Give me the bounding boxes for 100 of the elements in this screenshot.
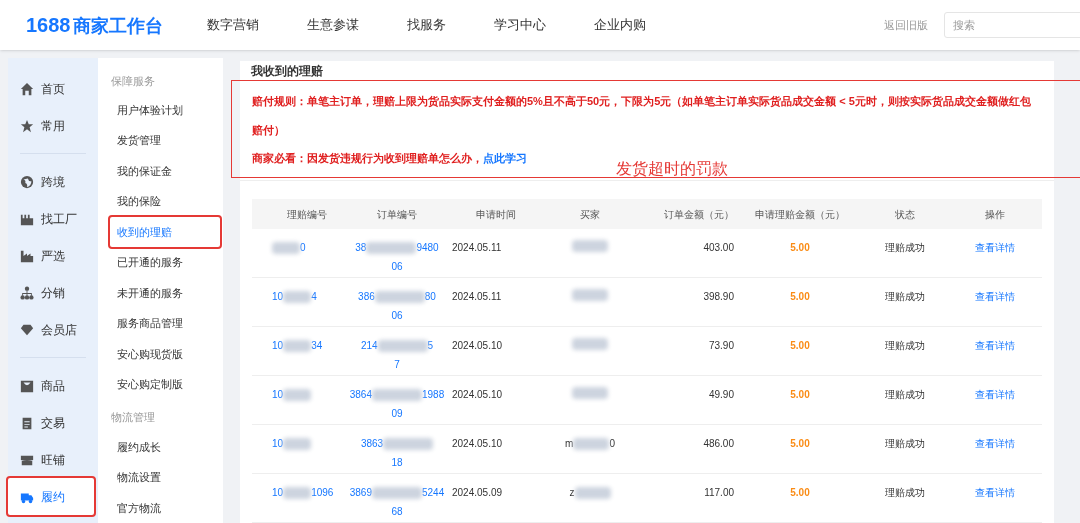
buyer-fragment: 0 bbox=[609, 437, 615, 451]
nav-link[interactable]: 生意参谋 bbox=[306, 15, 359, 35]
submenu-item[interactable]: 我的保证金 bbox=[110, 155, 220, 187]
order-id-fragment: 09 bbox=[391, 407, 403, 421]
claim-amount: 5.00 bbox=[789, 388, 811, 402]
column-header: 订单编号 bbox=[376, 207, 418, 222]
claim-id-fragment: 34 bbox=[311, 339, 323, 353]
learn-link[interactable]: 点此学习 bbox=[483, 145, 527, 172]
view-details-link[interactable]: 查看详情 bbox=[975, 340, 1015, 351]
logo-text: 商家工作台 bbox=[72, 15, 163, 38]
date-text: 2024.05.11 bbox=[452, 290, 503, 304]
search-field[interactable]: 搜索 bbox=[944, 12, 1080, 38]
sidebar-item[interactable]: 交易 bbox=[8, 404, 94, 441]
column-header: 订单金额（元） bbox=[663, 207, 735, 222]
nav-link[interactable]: 企业内购 bbox=[593, 15, 646, 35]
claim-id-fragment: 0 bbox=[300, 241, 306, 255]
submenu-item[interactable]: 物流设置 bbox=[110, 462, 220, 493]
submenu-item[interactable]: 安心购定制版 bbox=[110, 369, 220, 400]
nav-link[interactable]: 数字营销 bbox=[206, 15, 259, 35]
rule-text: 赔付规则：单笔主订单，理赔上限为货品实际支付金额的5%且不高于50元，下限为5元（如单笔主订单实际货品成交金额 < 5元时，则按实际货品成交金额做红包赔付） bbox=[252, 94, 1032, 139]
order-id-fragment: 9480 bbox=[416, 241, 439, 255]
sidebar-item[interactable]: 履约 bbox=[8, 478, 94, 515]
submenu-item[interactable]: 用户体验计划 bbox=[110, 94, 220, 126]
status-text: 理赔成功 bbox=[884, 388, 926, 402]
claim-id-fragment: 10 bbox=[272, 339, 284, 353]
order-id-fragment: 06 bbox=[391, 309, 403, 323]
submenu-item[interactable]: 履约成长 bbox=[110, 431, 220, 463]
order-id-fragment: 5 bbox=[427, 339, 434, 353]
nav-link[interactable]: 学习中心 bbox=[493, 15, 546, 35]
column-header: 买家 bbox=[579, 207, 601, 222]
sidebar-item[interactable]: 首页 bbox=[8, 70, 94, 107]
annotation-text: 发货超时的罚款 bbox=[616, 161, 728, 178]
submenu-group-title: 物流管理 bbox=[110, 410, 156, 426]
view-details-link[interactable]: 查看详情 bbox=[975, 438, 1015, 449]
claim-id-fragment: 10 bbox=[272, 486, 284, 500]
claim-amount: 5.00 bbox=[789, 339, 811, 353]
order-amount: 403.00 bbox=[702, 241, 735, 255]
view-details-link[interactable]: 查看详情 bbox=[975, 291, 1015, 302]
submenu-group-title: 保障服务 bbox=[110, 73, 156, 89]
submenu-item[interactable]: 我的保险 bbox=[110, 186, 220, 217]
submenu-item[interactable]: 官方物流 bbox=[110, 492, 220, 523]
claim-id-fragment: 1096 bbox=[311, 486, 334, 500]
order-id-fragment: 214 bbox=[360, 339, 378, 353]
buyer-fragment: z bbox=[569, 486, 575, 500]
column-header: 申请理赔金额（元） bbox=[754, 207, 846, 222]
order-id-fragment: 3864 bbox=[349, 388, 372, 402]
column-header: 申请时间 bbox=[475, 207, 517, 222]
claim-amount: 5.00 bbox=[789, 437, 811, 451]
order-id-fragment: 3863 bbox=[360, 437, 384, 451]
sidebar-item[interactable]: 找工厂 bbox=[8, 200, 94, 237]
sidebar-item[interactable]: 分销 bbox=[8, 274, 94, 311]
order-id-fragment: 1988 bbox=[422, 388, 445, 402]
date-text: 2024.05.09 bbox=[452, 486, 504, 500]
logo-number: 1688 bbox=[26, 13, 71, 38]
order-id-fragment: 386 bbox=[358, 290, 375, 304]
view-details-link[interactable]: 查看详情 bbox=[975, 242, 1015, 253]
order-amount: 398.90 bbox=[702, 290, 735, 304]
order-id-fragment: 7 bbox=[394, 358, 400, 372]
order-id-fragment: 06 bbox=[391, 260, 403, 274]
order-amount: 486.00 bbox=[702, 437, 735, 451]
claim-amount: 5.00 bbox=[789, 290, 811, 304]
order-id-fragment: 38 bbox=[355, 241, 367, 255]
order-id-fragment: 68 bbox=[391, 505, 403, 519]
order-id-fragment: 3869 bbox=[349, 486, 372, 500]
claim-id-fragment: 10 bbox=[272, 388, 284, 402]
status-text: 理赔成功 bbox=[884, 339, 926, 353]
status-text: 理赔成功 bbox=[884, 241, 926, 255]
submenu-item[interactable]: 发货管理 bbox=[110, 125, 220, 156]
order-amount: 117.00 bbox=[703, 486, 735, 500]
notice-text: 商家必看：因发货违规行为收到理赔单怎么办， bbox=[252, 151, 483, 167]
column-header: 操作 bbox=[984, 207, 1006, 222]
buyer-fragment: m bbox=[565, 437, 574, 451]
claim-id-fragment: 10 bbox=[272, 437, 284, 451]
submenu-item[interactable]: 安心购现货版 bbox=[110, 338, 220, 370]
submenu-item[interactable]: 未开通的服务 bbox=[110, 277, 220, 309]
submenu-item[interactable]: 已开通的服务 bbox=[110, 247, 220, 278]
claim-id-fragment: 10 bbox=[272, 290, 284, 304]
date-text: 2024.05.10 bbox=[452, 437, 504, 451]
page-title: 我收到的理赔 bbox=[250, 62, 324, 80]
status-text: 理赔成功 bbox=[884, 486, 926, 500]
view-details-link[interactable]: 查看详情 bbox=[975, 389, 1015, 400]
submenu-item[interactable]: 收到的理赔 bbox=[110, 216, 220, 248]
column-header: 理赔编号 bbox=[286, 207, 328, 222]
status-text: 理赔成功 bbox=[884, 290, 926, 304]
date-text: 2024.05.10 bbox=[452, 339, 504, 353]
nav-link[interactable]: 找服务 bbox=[406, 15, 446, 35]
sidebar-item[interactable]: 跨境 bbox=[8, 163, 94, 200]
sidebar-item[interactable]: 旺铺 bbox=[8, 441, 94, 478]
order-amount: 49.90 bbox=[707, 388, 735, 402]
date-text: 2024.05.10 bbox=[452, 388, 504, 402]
sidebar-item[interactable]: 商品 bbox=[8, 367, 94, 404]
sidebar-item[interactable]: 常用 bbox=[8, 107, 94, 144]
claim-id-fragment: 4 bbox=[311, 290, 317, 304]
sidebar-item[interactable]: 会员店 bbox=[8, 311, 94, 348]
sidebar-item[interactable]: 严选 bbox=[8, 237, 94, 274]
view-details-link[interactable]: 查看详情 bbox=[975, 487, 1015, 498]
date-text: 2024.05.11 bbox=[452, 241, 503, 255]
submenu-item[interactable]: 服务商品管理 bbox=[110, 308, 220, 339]
order-id-fragment: 18 bbox=[391, 456, 403, 470]
order-amount: 73.90 bbox=[707, 339, 735, 353]
